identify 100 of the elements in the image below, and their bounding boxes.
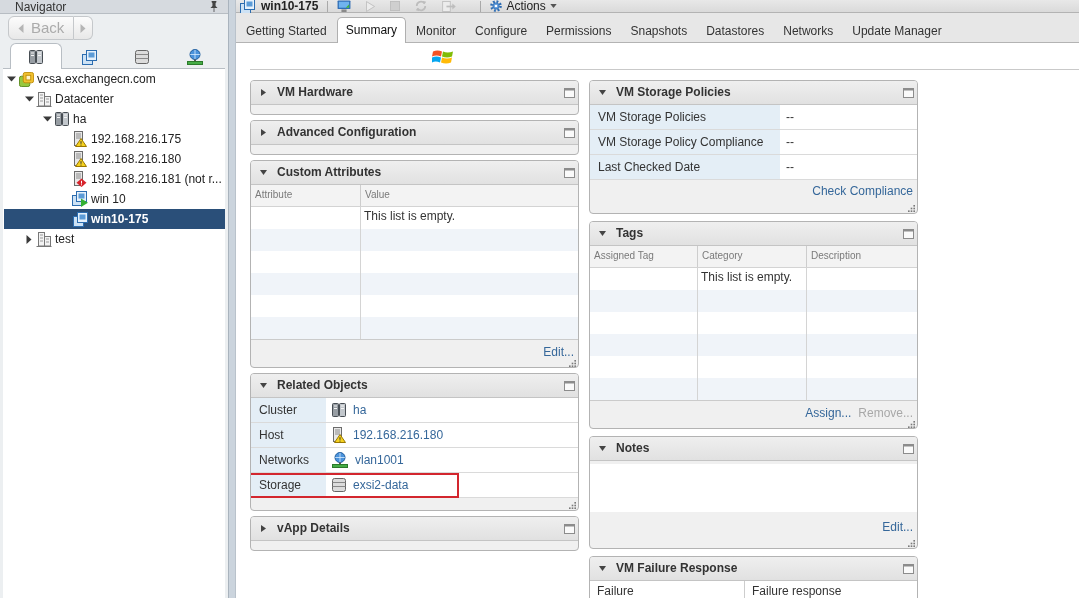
tree-item[interactable]: Datacenter xyxy=(4,89,225,109)
tab[interactable]: Snapshots xyxy=(621,19,697,43)
navigator-title: Navigator xyxy=(15,0,67,13)
maximize-icon[interactable] xyxy=(903,563,914,574)
caret-right-icon[interactable] xyxy=(261,525,266,532)
maximize-icon[interactable] xyxy=(903,87,914,98)
server-error-icon xyxy=(73,171,87,187)
server-pair-icon xyxy=(29,49,43,64)
property-label: Cluster xyxy=(251,398,326,422)
action-link[interactable]: Edit... xyxy=(543,345,574,360)
database-icon xyxy=(332,478,346,492)
maximize-icon[interactable] xyxy=(564,127,575,138)
tab[interactable]: Getting Started xyxy=(237,19,336,43)
portlet-title: Related Objects xyxy=(277,378,369,393)
caret-down-icon[interactable] xyxy=(6,76,16,82)
column-header[interactable]: Failure xyxy=(590,581,745,598)
caret-down-icon[interactable] xyxy=(599,90,606,95)
portlet-title: Tags xyxy=(616,226,645,241)
tab[interactable]: Summary xyxy=(336,17,407,43)
tree-item[interactable]: 192.168.216.180 xyxy=(4,149,225,169)
tree-item[interactable]: ha xyxy=(4,109,225,129)
tab[interactable]: Permissions xyxy=(537,19,621,43)
window-stack-icon xyxy=(72,211,88,227)
caret-down-icon[interactable] xyxy=(599,231,606,236)
action-link[interactable]: Assign... xyxy=(805,406,852,421)
maximize-icon[interactable] xyxy=(564,380,575,391)
caret-down-icon[interactable] xyxy=(24,96,34,102)
resize-grip-icon[interactable] xyxy=(569,502,576,509)
property-label: Last Checked Date xyxy=(590,155,780,179)
maximize-icon[interactable] xyxy=(903,443,914,454)
resize-grip-icon[interactable] xyxy=(908,421,915,428)
property-label: Storage xyxy=(251,473,326,497)
server-warning-icon xyxy=(332,427,346,443)
action-link[interactable]: Edit... xyxy=(882,520,913,535)
tab[interactable]: Update Manager xyxy=(843,19,951,43)
property-label: Host xyxy=(251,423,326,447)
server-pair-icon xyxy=(55,112,69,126)
empty-message: This list is empty. xyxy=(364,209,456,224)
tab[interactable]: Configure xyxy=(466,19,537,43)
property-link[interactable]: vlan1001 xyxy=(355,452,404,468)
portlet-title: VM Failure Response xyxy=(616,561,739,576)
caret-left-icon xyxy=(18,23,24,33)
object-title: win10-175 xyxy=(261,0,319,12)
globe-icon xyxy=(332,452,348,468)
tab[interactable]: Monitor xyxy=(407,19,466,43)
window-stack-icon xyxy=(240,0,255,14)
caret-down-icon xyxy=(549,4,557,8)
maximize-icon[interactable] xyxy=(564,87,575,98)
property-link[interactable]: exsi2-data xyxy=(353,477,409,493)
database-icon xyxy=(135,50,149,64)
action-link[interactable]: Check Compliance xyxy=(812,184,913,199)
globe-icon xyxy=(187,49,203,65)
tree-item[interactable]: 192.168.216.175 xyxy=(4,129,225,149)
caret-right-icon xyxy=(80,23,86,33)
caret-right-icon[interactable] xyxy=(261,129,266,136)
property-label: VM Storage Policies xyxy=(590,105,780,129)
resize-grip-icon[interactable] xyxy=(908,540,915,547)
caret-right-icon[interactable] xyxy=(261,89,266,96)
navigator-tab[interactable] xyxy=(10,43,62,69)
window-stack-play-icon xyxy=(72,191,88,207)
portlet-title: Advanced Configuration xyxy=(277,125,418,140)
caret-down-icon[interactable] xyxy=(42,116,52,122)
tree-item[interactable]: test xyxy=(4,229,225,249)
portlet-title: VM Hardware xyxy=(277,85,355,100)
gear-icon xyxy=(490,0,503,12)
caret-down-icon[interactable] xyxy=(260,170,267,175)
maximize-icon[interactable] xyxy=(564,523,575,534)
server-pair-icon xyxy=(332,403,346,417)
tree-item[interactable]: vcsa.exchangecn.com xyxy=(4,69,225,89)
maximize-icon[interactable] xyxy=(903,228,914,239)
building-icon xyxy=(36,231,52,247)
caret-down-icon[interactable] xyxy=(599,566,606,571)
property-value: -- xyxy=(780,105,917,129)
caret-right-icon[interactable] xyxy=(26,234,32,244)
portlet-title: vApp Details xyxy=(277,521,351,536)
portlet-title: Custom Attributes xyxy=(277,165,383,180)
overlapping-squares-icon xyxy=(18,71,34,87)
tree-item[interactable]: win 10 xyxy=(4,189,225,209)
server-warning-icon xyxy=(73,151,87,167)
actions-menu[interactable]: Actions xyxy=(490,0,557,12)
property-value: -- xyxy=(780,130,917,154)
empty-message: This list is empty. xyxy=(701,270,793,285)
tab[interactable]: Datastores xyxy=(697,19,774,43)
four-color-flag-icon xyxy=(432,48,454,64)
portlet-title: VM Storage Policies xyxy=(616,85,732,100)
caret-down-icon[interactable] xyxy=(260,383,267,388)
maximize-icon[interactable] xyxy=(564,167,575,178)
tree-item[interactable]: 192.168.216.181 (not r... xyxy=(4,169,225,189)
caret-down-icon[interactable] xyxy=(599,446,606,451)
resize-grip-icon[interactable] xyxy=(908,205,915,212)
tab[interactable]: Networks xyxy=(774,19,843,43)
property-link[interactable]: 192.168.216.180 xyxy=(353,427,444,443)
monitor-icon[interactable] xyxy=(337,0,352,12)
building-icon xyxy=(36,91,52,107)
resize-grip-icon[interactable] xyxy=(569,360,576,367)
property-label: VM Storage Policy Compliance xyxy=(590,130,780,154)
tree-item[interactable]: win10-175 xyxy=(4,209,225,229)
window-stack-icon xyxy=(81,49,97,65)
column-header[interactable]: Failure response xyxy=(745,581,917,598)
property-link[interactable]: ha xyxy=(353,402,367,418)
